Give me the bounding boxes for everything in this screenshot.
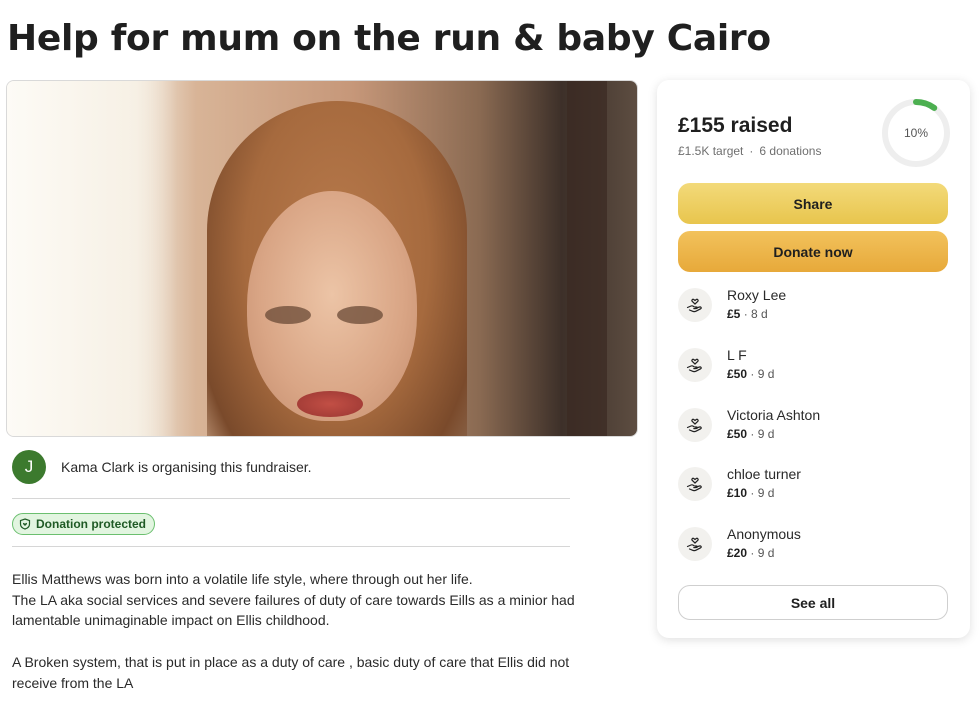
donation-item: L F £50 · 9 d — [678, 347, 774, 387]
meta-separator: · — [749, 144, 754, 158]
heart-hand-icon — [678, 348, 712, 382]
organiser-avatar[interactable]: J — [12, 450, 46, 484]
donation-time: · 9 d — [750, 486, 775, 500]
donation-time: · 8 d — [743, 307, 768, 321]
donation-amount-time: £50 · 9 d — [727, 427, 820, 441]
donation-item: Anonymous £20 · 9 d — [678, 526, 801, 566]
share-button[interactable]: Share — [678, 183, 948, 224]
divider — [12, 546, 570, 547]
page-title: Help for mum on the run & baby Cairo — [7, 18, 771, 59]
donation-item: Victoria Ashton £50 · 9 d — [678, 407, 820, 447]
story-paragraph: Ellis Matthews was born into a volatile … — [12, 571, 575, 629]
donation-item: chloe turner £10 · 9 d — [678, 466, 801, 506]
donor-name: Anonymous — [727, 526, 801, 542]
story-text: Ellis Matthews was born into a volatile … — [12, 569, 582, 714]
badge-label: Donation protected — [36, 517, 146, 531]
divider — [12, 498, 570, 499]
heart-hand-icon — [678, 527, 712, 561]
donor-name: L F — [727, 347, 747, 363]
progress-percent: 10% — [903, 126, 929, 140]
fundraiser-cover-photo — [6, 80, 638, 437]
organiser-row: J Kama Clark is organising this fundrais… — [12, 450, 312, 484]
donation-amount: £10 — [727, 486, 748, 500]
target-amount: £1.5K target — [678, 144, 744, 158]
donation-amount-time: £50 · 9 d — [727, 367, 774, 381]
donation-amount-time: £20 · 9 d — [727, 546, 801, 560]
donate-now-button[interactable]: Donate now — [678, 231, 948, 272]
donation-count: 6 donations — [759, 144, 822, 158]
heart-hand-icon — [678, 467, 712, 501]
donation-item: Roxy Lee £5 · 8 d — [678, 287, 786, 327]
donor-name: chloe turner — [727, 466, 801, 482]
shield-heart-icon — [19, 518, 31, 530]
donor-name: Roxy Lee — [727, 287, 787, 303]
story-paragraph: A Broken system, that is put in place as… — [12, 653, 570, 691]
see-all-button[interactable]: See all — [678, 585, 948, 620]
donation-amount-time: £10 · 9 d — [727, 486, 801, 500]
donation-amount: £50 — [727, 367, 748, 381]
donation-sidebar: £155 raised £1.5K target · 6 donations 10%… — [657, 80, 970, 638]
donation-time: · 9 d — [750, 427, 775, 441]
amount-raised: £155 raised — [678, 114, 793, 137]
target-meta: £1.5K target · 6 donations — [678, 144, 821, 158]
organiser-text: Kama Clark is organising this fundraiser… — [61, 459, 312, 475]
donation-amount: £20 — [727, 546, 748, 560]
heart-hand-icon — [678, 408, 712, 442]
donation-amount: £50 — [727, 427, 748, 441]
heart-hand-icon — [678, 288, 712, 322]
donation-protected-badge[interactable]: Donation protected — [12, 513, 155, 535]
donation-time: · 9 d — [750, 546, 775, 560]
donor-name: Victoria Ashton — [727, 407, 821, 423]
donation-amount: £5 — [727, 307, 741, 321]
donation-amount-time: £5 · 8 d — [727, 307, 786, 321]
donation-time: · 9 d — [750, 367, 775, 381]
